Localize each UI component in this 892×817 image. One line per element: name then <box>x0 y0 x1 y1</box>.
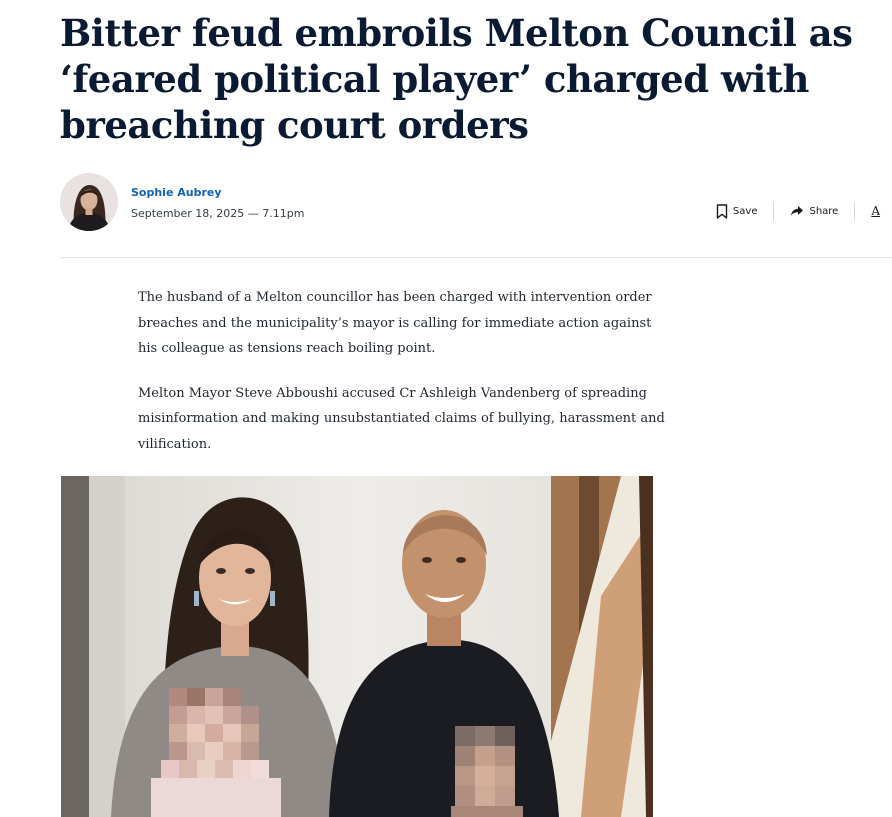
article-hero-image[interactable] <box>61 476 653 817</box>
header-divider <box>60 257 892 258</box>
share-label: Share <box>809 205 839 217</box>
author-avatar[interactable] <box>60 173 118 231</box>
article-paragraph: The husband of a Melton councillor has b… <box>138 290 652 356</box>
share-button[interactable]: Share <box>790 205 838 217</box>
tool-divider <box>773 201 775 221</box>
article-headline: Bitter feud embroils Melton Council as ‘… <box>60 11 853 147</box>
bookmark-icon <box>716 203 728 219</box>
article-body: The husband of a Melton councillor has b… <box>138 285 668 476</box>
save-label: Save <box>732 205 758 217</box>
tool-divider <box>854 201 856 221</box>
font-size-button[interactable]: A <box>871 204 892 218</box>
byline: Sophie Aubrey September 18, 2025 — 7.11p… <box>60 173 892 233</box>
author-name-link[interactable]: Sophie Aubrey <box>131 186 222 199</box>
share-arrow-icon <box>790 205 804 217</box>
article-tools: Save Share A <box>716 201 892 221</box>
publish-date: September 18, 2025 — 7.11pm <box>131 207 305 220</box>
article-paragraph: Melton Mayor Steve Abboushi accused Cr A… <box>138 385 665 452</box>
save-button[interactable]: Save <box>716 203 758 219</box>
blurred-face-right <box>451 726 523 817</box>
